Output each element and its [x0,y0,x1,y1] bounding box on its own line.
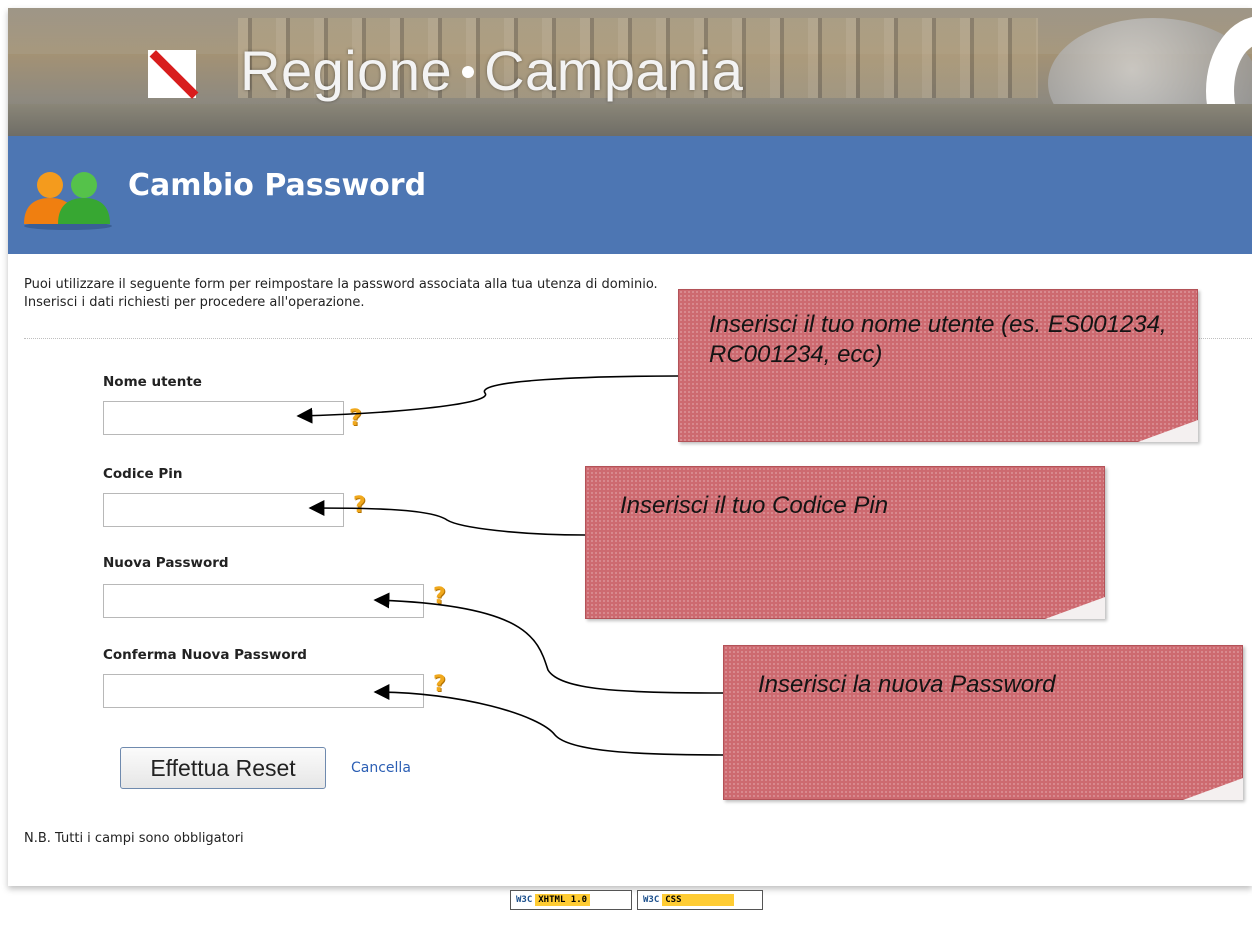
note-fold [1183,778,1243,800]
new-password-label: Nuova Password [103,555,229,571]
callout-username-text: Inserisci il tuo nome utente (es. ES0012… [709,311,1167,368]
reset-button[interactable]: Effettua Reset [120,747,326,789]
banner-piazza [8,104,1252,136]
help-icon-confirm-password[interactable]: ? [433,672,446,697]
badge-w3c-text: W3C [516,895,533,905]
brand-word-campania: Campania [484,39,744,102]
intro-text: Puoi utilizzare il seguente form per rei… [24,276,658,312]
confirm-password-label: Conferma Nuova Password [103,647,307,663]
badge-w3c-text: W3C [643,895,660,905]
confirm-password-input[interactable] [103,674,424,708]
header-banner: Regione Campania [8,8,1252,136]
username-label: Nome utente [103,374,202,390]
brand-dot [462,66,475,79]
help-icon-username[interactable]: ? [349,406,362,431]
cancel-link[interactable]: Cancella [351,760,411,776]
callout-pin-text: Inserisci il tuo Codice Pin [620,492,889,519]
help-icon-pin[interactable]: ? [353,493,366,518]
new-password-input[interactable] [103,584,424,618]
callout-password-note: Inserisci la nuova Password [723,645,1243,800]
callout-password-text: Inserisci la nuova Password [758,671,1056,698]
brand-word-regione: Regione [240,39,453,102]
users-icon [24,172,112,230]
callout-username-note: Inserisci il tuo nome utente (es. ES0012… [678,289,1198,442]
page-title: Cambio Password [128,168,427,203]
regione-logo-icon [148,50,196,98]
help-icon-new-password[interactable]: ? [433,584,446,609]
intro-line-1: Puoi utilizzare il seguente form per rei… [24,277,658,292]
intro-line-2: Inserisci i dati richiesti per procedere… [24,295,365,310]
badge-css-text: CSS [662,894,735,906]
username-input[interactable] [103,401,344,435]
w3c-xhtml-badge[interactable]: W3C XHTML 1.0 [510,890,632,910]
pin-input[interactable] [103,493,344,527]
note-fold [1138,420,1198,442]
badge-xhtml-text: XHTML 1.0 [535,894,591,906]
required-fields-note: N.B. Tutti i campi sono obbligatori [24,831,244,846]
title-bar: Cambio Password [8,136,1252,254]
callout-pin-note: Inserisci il tuo Codice Pin [585,466,1105,619]
note-fold [1045,597,1105,619]
brand-title: Regione Campania [240,38,743,103]
w3c-css-badge[interactable]: W3C CSS [637,890,763,910]
pin-label: Codice Pin [103,466,183,482]
